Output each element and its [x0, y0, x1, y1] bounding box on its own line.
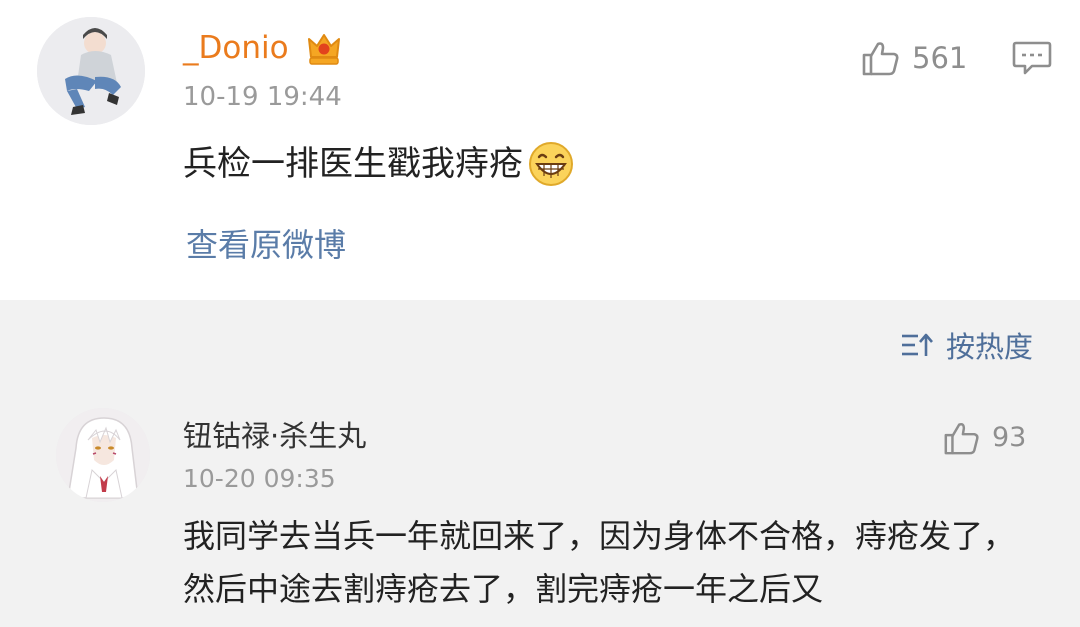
view-original-link[interactable]: 查看原微博	[186, 224, 346, 266]
comment-avatar[interactable]	[56, 408, 150, 502]
post-like-count: 561	[912, 41, 968, 75]
avatar-illustration	[37, 17, 145, 125]
post-content: 兵检一排医生戳我痔疮	[183, 140, 575, 188]
thumbs-up-icon	[944, 422, 979, 455]
comment-like-button[interactable]: 93	[942, 418, 1026, 458]
post-like-button[interactable]: 561	[860, 38, 967, 78]
post-avatar[interactable]	[37, 17, 145, 125]
comment-icon[interactable]	[1012, 40, 1052, 76]
crown-badge-icon[interactable]	[303, 27, 345, 69]
avatar-illustration	[56, 408, 150, 502]
sort-icon	[902, 333, 933, 356]
comment-timestamp: 10-20 09:35	[183, 464, 336, 493]
post-card: _Donio 10-19 19:44 561 兵检一排医生戳我痔疮 查看原微博	[0, 0, 1080, 300]
sort-by-hot-button[interactable]: 按热度	[900, 324, 1033, 366]
grin-emoji-icon	[529, 142, 573, 186]
sort-label: 按热度	[946, 330, 1034, 364]
post-text: 兵检一排医生戳我痔疮	[183, 144, 523, 184]
comment-like-count: 93	[992, 422, 1027, 453]
page: _Donio 10-19 19:44 561 兵检一排医生戳我痔疮 查看原微博 …	[0, 0, 1080, 627]
comment-text: 我同学去当兵一年就回来了，因为身体不合格，痔疮发了，然后中途去割痔疮去了，割完痔…	[183, 517, 1016, 608]
post-timestamp: 10-19 19:44	[183, 82, 342, 112]
comment-item: 钮钴禄·杀生丸 10-20 09:35 93 我同学去当兵一年就回来了，因为身体…	[0, 386, 1080, 627]
comment-username[interactable]: 钮钴禄·杀生丸	[183, 416, 366, 456]
thumbs-up-icon	[862, 42, 899, 76]
post-username[interactable]: _Donio	[183, 28, 289, 68]
